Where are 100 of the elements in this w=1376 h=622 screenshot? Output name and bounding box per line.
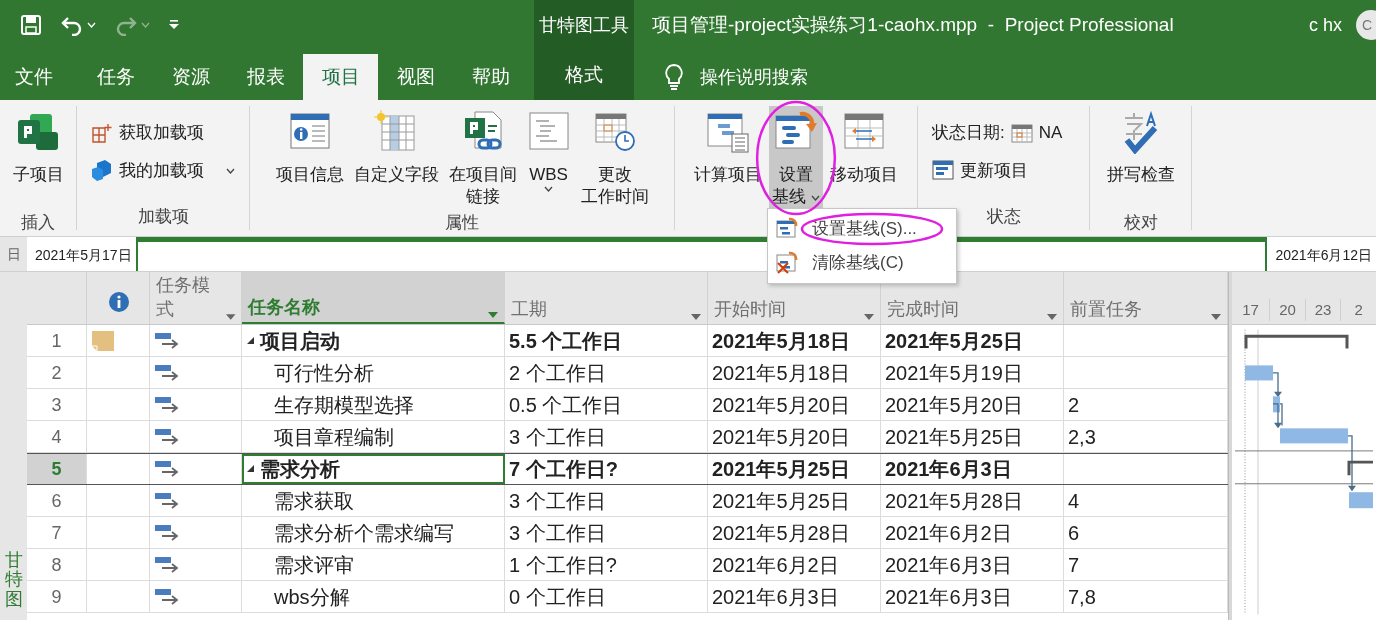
filter-arrow-icon bbox=[690, 313, 702, 321]
status-date-label: 状态日期: bbox=[932, 122, 1005, 144]
table-cell: 2021年6月2日 bbox=[881, 517, 1064, 548]
table-cell: 2 个工作日 bbox=[505, 357, 708, 388]
caret-icon bbox=[87, 22, 96, 28]
row-number[interactable]: 5 bbox=[27, 454, 87, 484]
status-date-button[interactable]: NA bbox=[1010, 120, 1063, 146]
clear-baseline-icon bbox=[776, 251, 798, 275]
table-cell: 2021年5月25日 bbox=[881, 325, 1064, 356]
filter-arrow-icon bbox=[224, 313, 236, 321]
cube-icon bbox=[91, 159, 113, 182]
ribbon-button[interactable]: 项目信息 bbox=[272, 106, 347, 210]
ribbon-tab[interactable]: 帮助 bbox=[453, 54, 528, 100]
row-number[interactable]: 6 bbox=[27, 485, 87, 516]
ribbon-button[interactable]: 更新项目 bbox=[932, 157, 1028, 183]
ribbon-button[interactable]: 我的加载项 bbox=[91, 157, 235, 183]
column-header[interactable]: 工期 bbox=[505, 272, 708, 324]
row-number[interactable]: 8 bbox=[27, 549, 87, 580]
group-label: 加载项 bbox=[136, 206, 190, 228]
ribbon-button[interactable]: WBS bbox=[523, 106, 574, 210]
collapse-icon bbox=[246, 464, 256, 474]
user-name: c hx bbox=[1309, 13, 1342, 37]
task-mode-icon bbox=[154, 554, 180, 575]
save-button[interactable] bbox=[18, 12, 44, 38]
ribbon-button[interactable]: 更改 工作时间 bbox=[577, 106, 652, 210]
timescale-label: 2 bbox=[1340, 299, 1376, 321]
table-cell: 3 个工作日 bbox=[505, 517, 708, 548]
calendar-clock-icon bbox=[592, 110, 637, 154]
customize-icon bbox=[168, 19, 180, 31]
filter-arrow-icon bbox=[487, 311, 499, 319]
task-mode-icon bbox=[154, 586, 180, 607]
task-mode-icon bbox=[154, 330, 180, 351]
table-cell: 2021年5月18日 bbox=[708, 357, 881, 388]
table-cell: 2021年5月20日 bbox=[881, 389, 1064, 420]
table-cell: 3 个工作日 bbox=[505, 421, 708, 452]
ribbon-tab[interactable]: 视图 bbox=[378, 54, 453, 100]
task-mode-icon bbox=[154, 426, 180, 447]
table-cell: 2021年5月25日 bbox=[708, 454, 881, 484]
ribbon-button[interactable]: 在项目间 链接 bbox=[445, 106, 520, 210]
column-header[interactable]: 任务名称 bbox=[242, 272, 505, 324]
window-title: 项目管理-project实操练习1-caohx.mpp - Project Professional bbox=[651, 13, 1174, 37]
note-icon bbox=[91, 329, 115, 352]
row-number[interactable]: 3 bbox=[27, 389, 87, 420]
table-cell: 2021年5月25日 bbox=[708, 485, 881, 516]
table-cell: 需求评审 bbox=[242, 549, 505, 580]
table-cell: 2021年5月20日 bbox=[708, 389, 881, 420]
save-icon bbox=[20, 14, 42, 36]
ribbon-button[interactable]: 设置 基线 bbox=[769, 106, 823, 210]
ribbon-button[interactable]: 拼写检查 bbox=[1103, 106, 1178, 210]
task-mode-icon bbox=[154, 362, 180, 383]
table-cell: 2021年5月28日 bbox=[881, 485, 1064, 516]
caret-icon bbox=[141, 22, 150, 28]
table-cell: 生存期模型选择 bbox=[242, 389, 505, 420]
ribbon-button[interactable]: 获取加载项 bbox=[91, 120, 204, 146]
group-label: 校对 bbox=[1122, 212, 1159, 234]
table-cell: 需求分析个需求编写 bbox=[242, 517, 505, 548]
table-cell: 2021年5月18日 bbox=[708, 325, 881, 356]
ribbon-tab[interactable]: 格式 bbox=[534, 50, 634, 100]
table-cell: 需求分析 bbox=[242, 454, 505, 484]
table-cell: 可行性分析 bbox=[242, 357, 505, 388]
table-cell: 2021年6月3日 bbox=[881, 454, 1064, 484]
row-number[interactable]: 9 bbox=[27, 581, 87, 612]
grid-plus-icon bbox=[91, 121, 113, 144]
ribbon-tab[interactable]: 资源 bbox=[153, 54, 228, 100]
tell-me-search[interactable]: 操作说明搜索 bbox=[658, 54, 814, 100]
ribbon-tab[interactable]: 文件 bbox=[0, 54, 68, 100]
row-number[interactable]: 7 bbox=[27, 517, 87, 548]
filter-arrow-icon bbox=[863, 313, 875, 321]
user-avatar[interactable]: C bbox=[1356, 10, 1376, 40]
table-sparkle-icon bbox=[374, 110, 418, 154]
group-label: 插入 bbox=[20, 212, 56, 234]
row-number[interactable]: 1 bbox=[27, 325, 87, 356]
calendar-icon bbox=[1010, 122, 1033, 143]
contextual-tab-header: 甘特图工具 bbox=[534, 0, 634, 50]
ribbon-tab[interactable]: 项目 bbox=[303, 54, 378, 100]
menu-item[interactable]: 设置基线(S)... bbox=[768, 212, 956, 246]
table-cell: 0 个工作日 bbox=[505, 581, 708, 612]
table-cell: 2021年6月3日 bbox=[881, 581, 1064, 612]
ribbon-tab[interactable]: 任务 bbox=[78, 54, 153, 100]
table-cell: 2021年5月19日 bbox=[881, 357, 1064, 388]
lightbulb-icon bbox=[664, 63, 684, 91]
timeline-start-date: 2021年5月17日 bbox=[34, 246, 133, 265]
ribbon-button[interactable]: 自定义字段 bbox=[350, 106, 442, 210]
table-cell: 1 个工作日? bbox=[505, 549, 708, 580]
table-cell: wbs分解 bbox=[242, 581, 505, 612]
task-mode-icon bbox=[154, 394, 180, 415]
ribbon-tab[interactable]: 报表 bbox=[228, 54, 303, 100]
undo-icon bbox=[60, 14, 84, 36]
row-number[interactable]: 2 bbox=[27, 357, 87, 388]
group-label: 属性 bbox=[444, 212, 480, 234]
row-number[interactable]: 4 bbox=[27, 421, 87, 452]
redo-icon bbox=[114, 14, 138, 36]
table-cell: 2021年5月28日 bbox=[708, 517, 881, 548]
table-cell: 7 个工作日? bbox=[505, 454, 708, 484]
ribbon-button[interactable]: 子项目 bbox=[9, 106, 67, 210]
timescale-label: 20 bbox=[1269, 299, 1305, 321]
table-cell: 项目章程编制 bbox=[242, 421, 505, 452]
table-cell: 2021年6月2日 bbox=[708, 549, 881, 580]
timeline-end-date: 2021年6月12日 bbox=[1274, 246, 1373, 265]
table-cell: 2021年6月3日 bbox=[708, 581, 881, 612]
